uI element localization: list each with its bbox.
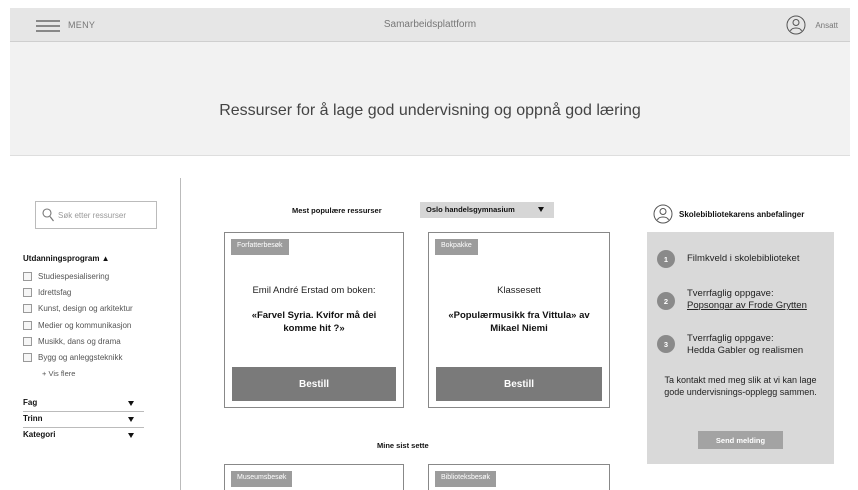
- order-button[interactable]: Bestill: [232, 367, 396, 401]
- program-option-label: Kunst, design og arkitektur: [38, 304, 133, 314]
- resource-card[interactable]: Forfatterbesøk Emil André Erstad om boke…: [224, 232, 404, 408]
- program-checklist: Studiespesialisering Idrettsfag Kunst, d…: [23, 268, 133, 366]
- category-tag: Forfatterbesøk: [231, 239, 289, 255]
- show-more-link[interactable]: + Vis flere: [42, 369, 75, 378]
- sidebar-divider: [180, 178, 181, 490]
- recommendation-prefix: Tverrfaglig oppgave:: [687, 333, 774, 344]
- user-role-label[interactable]: Ansatt: [815, 21, 838, 30]
- checkbox[interactable]: [23, 271, 32, 281]
- filter-dropdown-label: Kategori: [23, 430, 56, 439]
- resource-card[interactable]: Biblioteksbesøk: [428, 464, 610, 490]
- program-option[interactable]: Musikk, dans og drama: [23, 333, 133, 349]
- librarian-avatar-icon: [653, 204, 673, 224]
- search-input[interactable]: [58, 204, 154, 226]
- popular-resources-label: Mest populære ressurser: [292, 206, 382, 215]
- recommendations-title: Skolebibliotekarens anbefalinger: [679, 209, 805, 219]
- recently-viewed-label: Mine sist sette: [377, 441, 429, 450]
- search-box[interactable]: [35, 201, 157, 229]
- search-icon: [42, 208, 54, 222]
- school-select[interactable]: Oslo handelsgymnasium: [420, 202, 554, 218]
- app-title: Samarbeidsplattform: [383, 19, 477, 30]
- caret-down-icon: [538, 207, 544, 212]
- recommendation-text: Tverrfaglig oppgave: Popsongar av Frode …: [687, 288, 817, 312]
- recommendation-item[interactable]: 3 Tverrfaglig oppgave: Hedda Gabler og r…: [657, 333, 817, 357]
- hero-banner: Ressurser for å lage god undervisning og…: [10, 42, 850, 156]
- caret-down-icon: [128, 417, 134, 422]
- program-option-label: Bygg og anleggsteknikk: [38, 353, 123, 363]
- number-badge: 1: [657, 250, 675, 268]
- checkbox[interactable]: [23, 304, 32, 314]
- program-option[interactable]: Medier og kommunikasjon: [23, 317, 133, 333]
- recommendation-title: Hedda Gabler og realismen: [687, 345, 804, 356]
- resource-card[interactable]: Museumsbesøk: [224, 464, 404, 490]
- program-option[interactable]: Studiespesialisering: [23, 268, 133, 284]
- recommendation-prefix: Tverrfaglig oppgave:: [687, 288, 774, 299]
- contact-text: Ta kontakt med meg slik at vi kan lage g…: [664, 375, 817, 397]
- category-tag: Biblioteksbesøk: [435, 471, 497, 487]
- card-title: «Populærmusikk fra Vittula» av Mikael Ni…: [448, 310, 590, 334]
- program-option[interactable]: Idrettsfag: [23, 284, 133, 300]
- recommendation-item[interactable]: 2 Tverrfaglig oppgave: Popsongar av Frod…: [657, 288, 817, 312]
- checkbox[interactable]: [23, 353, 32, 363]
- school-select-value: Oslo handelsgymnasium: [426, 205, 515, 214]
- top-bar: MENY Samarbeidsplattform Ansatt: [10, 8, 850, 42]
- number-badge: 2: [657, 292, 675, 310]
- checkbox[interactable]: [23, 320, 32, 330]
- program-option-label: Idrettsfag: [38, 287, 72, 297]
- program-option[interactable]: Bygg og anleggsteknikk: [23, 349, 133, 365]
- category-tag: Museumsbesøk: [231, 471, 293, 487]
- caret-down-icon: [128, 433, 134, 438]
- filter-heading-utdanningsprogram[interactable]: Utdanningsprogram ▲: [23, 254, 110, 263]
- caret-down-icon: [128, 401, 134, 406]
- filter-dropdown-fag[interactable]: Fag: [23, 398, 144, 412]
- filter-dropdown-kategori[interactable]: Kategori: [23, 430, 144, 444]
- filter-dropdown-trinn[interactable]: Trinn: [23, 414, 144, 428]
- program-option[interactable]: Kunst, design og arkitektur: [23, 301, 133, 317]
- program-option-label: Studiespesialisering: [38, 271, 110, 281]
- order-button[interactable]: Bestill: [436, 367, 602, 401]
- card-subtitle: Klassesett: [497, 285, 541, 296]
- recommendation-item[interactable]: 1 Filmkveld i skolebiblioteket: [657, 250, 799, 268]
- recommendations-header: Skolebibliotekarens anbefalinger: [653, 204, 804, 224]
- program-option-label: Medier og kommunikasjon: [38, 320, 132, 330]
- program-option-label: Musikk, dans og drama: [38, 336, 121, 346]
- resource-card[interactable]: Bokpakke Klassesett «Populærmusikk fra V…: [428, 232, 610, 408]
- send-message-button[interactable]: Send melding: [698, 431, 783, 449]
- card-subtitle: Emil André Erstad om boken:: [252, 285, 376, 296]
- user-avatar-icon[interactable]: [786, 15, 806, 35]
- card-title: «Farvel Syria. Kvifor må dei komme hit ?…: [251, 310, 377, 334]
- checkbox[interactable]: [23, 336, 32, 346]
- recommendation-text: Filmkveld i skolebiblioteket: [687, 253, 800, 264]
- page-title: Ressurser for å lage god undervisning og…: [219, 102, 641, 119]
- number-badge: 3: [657, 335, 675, 353]
- filter-dropdown-label: Fag: [23, 398, 38, 407]
- checkbox[interactable]: [23, 287, 32, 297]
- recommendations-panel: 1 Filmkveld i skolebiblioteket 2 Tverrfa…: [647, 232, 834, 464]
- recommendation-link[interactable]: Popsongar av Frode Grytten: [687, 300, 817, 312]
- category-tag: Bokpakke: [435, 239, 478, 255]
- filter-dropdown-label: Trinn: [23, 414, 43, 423]
- recommendation-text: Tverrfaglig oppgave: Hedda Gabler og rea…: [687, 333, 817, 357]
